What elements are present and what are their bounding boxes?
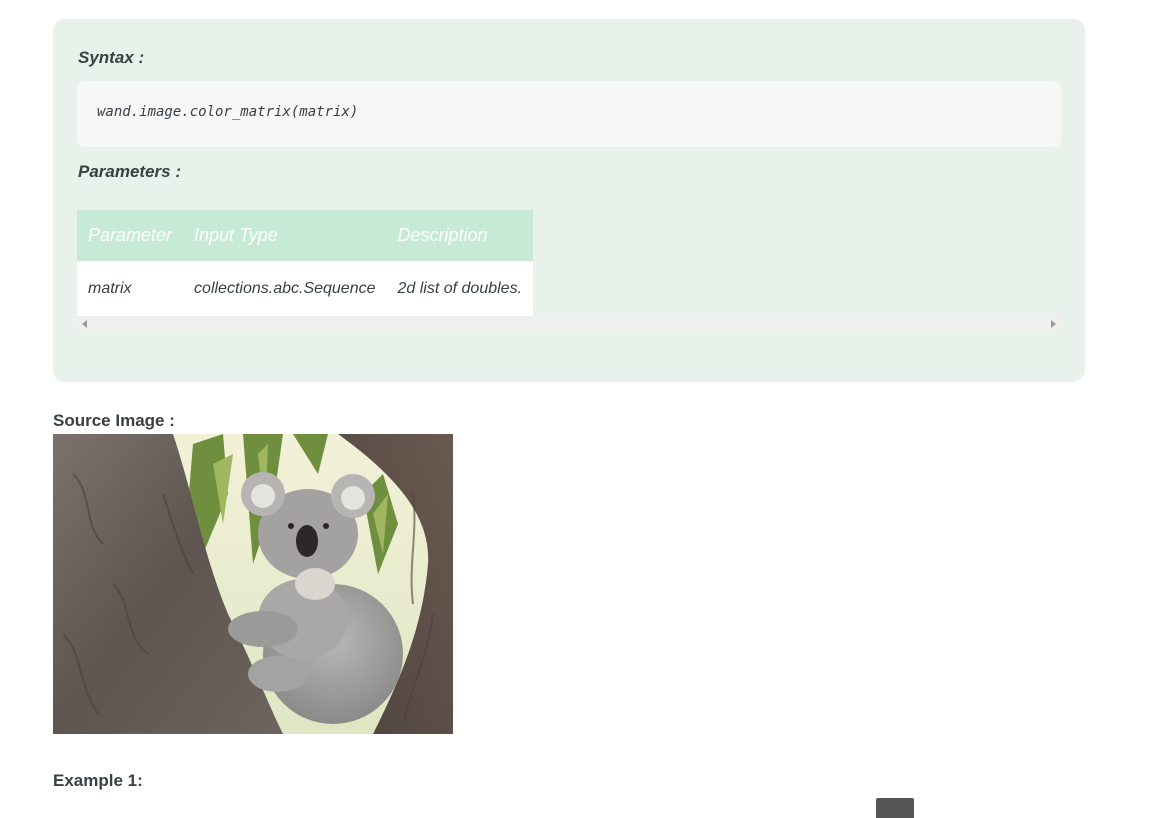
parameters-title: Parameters : (78, 162, 182, 181)
table-cell-parameter: matrix (77, 261, 184, 316)
code-text[interactable]: wand.image.color_matrix(matrix) (97, 104, 358, 120)
table-header-row: Parameter Input Type Description (77, 210, 534, 261)
scroll-to-top-button[interactable] (876, 798, 914, 818)
table-header-description: Description (386, 210, 534, 261)
example-heading: Example 1: (53, 771, 143, 790)
syntax-title: Syntax : (78, 48, 145, 67)
table-header-input-type: Input Type (183, 210, 387, 261)
horizontal-scrollbar[interactable] (77, 316, 1061, 331)
table-cell-description: 2d list of doubles. (386, 261, 534, 316)
table-header-parameter: Parameter (77, 210, 184, 261)
parameters-table-wrapper: Parameter Input Type Description matrix … (77, 210, 1061, 333)
scroll-left-arrow-icon[interactable] (82, 320, 87, 328)
parameters-table: Parameter Input Type Description matrix … (77, 210, 534, 316)
code-block[interactable]: wand.image.color_matrix(matrix) (77, 81, 1061, 147)
table-row: matrix collections.abc.Sequence 2d list … (77, 261, 534, 316)
table-cell-input-type: collections.abc.Sequence (183, 261, 387, 316)
source-image-heading: Source Image : (53, 411, 175, 430)
info-box: Syntax : wand.image.color_matrix(matrix)… (53, 19, 1085, 382)
scroll-right-arrow-icon[interactable] (1051, 320, 1056, 328)
source-image (53, 434, 453, 734)
